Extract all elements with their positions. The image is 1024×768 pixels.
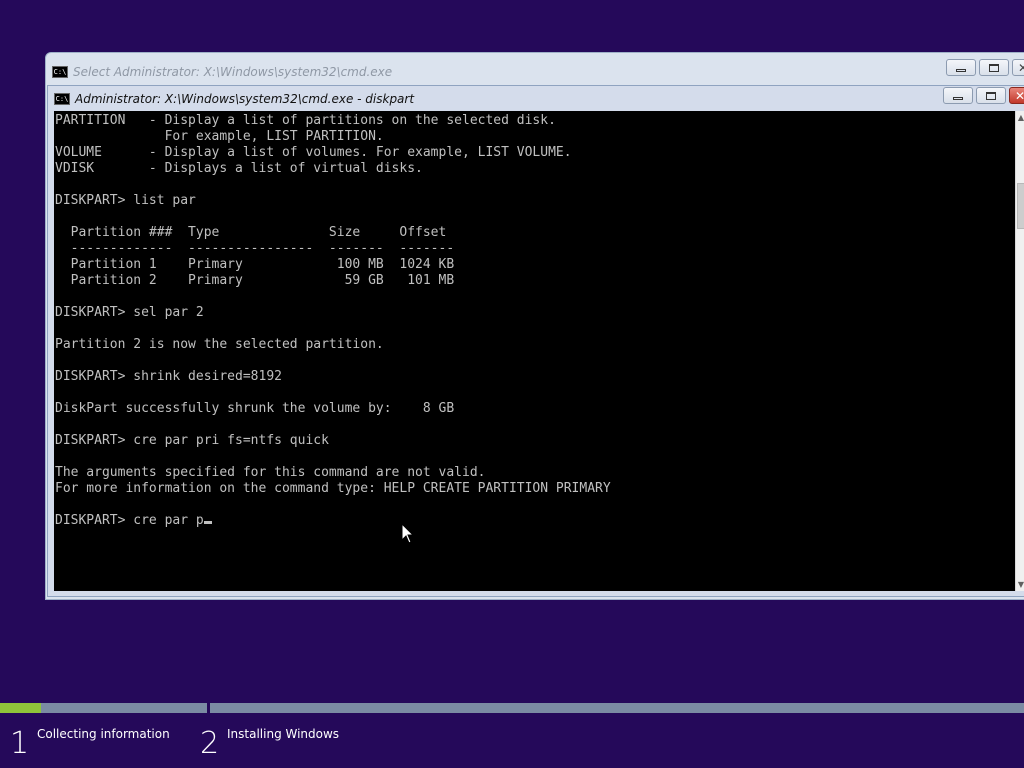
console-line: VOLUME - Display a list of volumes. For … [55,145,572,160]
maximize-icon [986,91,996,100]
console-line: For more information on the command type… [55,481,611,496]
close-button[interactable]: ✕ [1009,87,1024,104]
console-line: For example, LIST PARTITION. [164,129,384,144]
step-number: 2 [200,726,220,761]
minimize-button[interactable] [943,87,973,104]
console-line: VDISK - Displays a list of virtual disks… [55,161,423,176]
diskpart-cmd-window[interactable]: C:\ Administrator: X:\Windows\system32\c… [47,85,1024,597]
console-line: ------------- ---------------- ------- -… [70,241,455,256]
maximize-button[interactable] [976,87,1006,104]
console-line: The arguments specified for this command… [55,465,486,480]
step-2-progress-bar [210,703,1024,713]
cmd-icon: C:\ [52,66,68,78]
console-line: Partition 1 Primary 100 MB 1024 KB [70,257,455,272]
console-line: DISKPART> sel par 2 [55,305,204,320]
console-line: DiskPart successfully shrunk the volume … [55,401,455,416]
background-window-titlebar[interactable]: C:\ Select Administrator: X:\Windows\sys… [52,59,1024,81]
console-line: Partition 2 Primary 59 GB 101 MB [70,273,455,288]
mouse-pointer-icon [401,523,415,544]
console-line: DISKPART> shrink desired=8192 [55,369,282,384]
background-maximize-button[interactable] [979,59,1009,76]
background-window-title: Select Administrator: X:\Windows\system3… [73,65,393,79]
close-icon: ✕ [1014,88,1024,103]
text-cursor [203,521,212,524]
window-titlebar[interactable]: C:\ Administrator: X:\Windows\system32\c… [54,87,1024,109]
step-number: 1 [10,726,30,761]
scroll-thumb[interactable] [1017,183,1024,229]
minimize-icon [953,97,963,100]
close-icon: ✕ [1017,60,1024,75]
console-line: Partition 2 is now the selected partitio… [55,337,384,352]
cmd-icon: C:\ [54,93,70,105]
step-label: Collecting information [37,727,170,741]
step-label: Installing Windows [227,727,340,741]
step-1-progress-bar [0,703,207,713]
background-minimize-button[interactable] [946,59,976,76]
minimize-icon [956,69,966,72]
console-input-line[interactable]: DISKPART> cre par p [55,513,204,528]
background-close-button[interactable]: ✕ [1012,59,1024,76]
step-1-progress-fill [0,703,42,713]
vertical-scrollbar[interactable]: ▲ ▼ [1015,111,1024,591]
console-line: PARTITION - Display a list of partitions… [55,113,556,128]
console-line: DISKPART> cre par pri fs=ntfs quick [55,433,329,448]
scroll-down-arrow-icon[interactable]: ▼ [1016,580,1024,589]
maximize-icon [989,63,999,72]
setup-steps: 1 Collecting information 2 Installing Wi… [0,722,1024,768]
console-line: Partition ### Type Size Offset [70,225,447,240]
console-line: DISKPART> list par [55,193,196,208]
window-title: Administrator: X:\Windows\system32\cmd.e… [75,92,415,106]
console-output[interactable]: PARTITION - Display a list of partitions… [54,111,1015,591]
scroll-up-arrow-icon[interactable]: ▲ [1016,113,1024,122]
console-text: PARTITION - Display a list of partitions… [54,111,1015,529]
